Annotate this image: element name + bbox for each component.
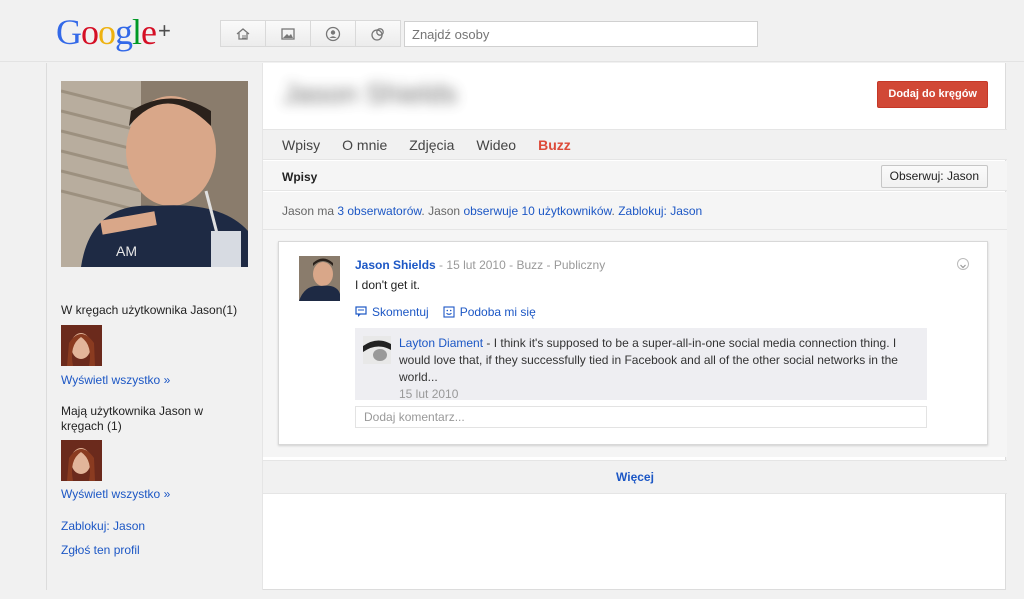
follow-button[interactable]: Obserwuj: Jason <box>880 165 988 188</box>
stats-block-link[interactable]: Zablokuj: Jason <box>618 204 702 218</box>
smiley-icon <box>443 306 455 318</box>
search-people-input[interactable] <box>404 21 758 47</box>
post-author-name[interactable]: Jason Shields <box>355 258 436 272</box>
comment-author-name[interactable]: Layton Diament <box>399 336 483 350</box>
like-action[interactable]: Podoba mi się <box>443 305 536 319</box>
sidebar-block-link[interactable]: Zablokuj: Jason <box>61 519 145 533</box>
stats-bar: Jason ma 3 obserwatorów. Jason obserwuje… <box>263 192 1007 230</box>
comment-action[interactable]: Skomentuj <box>355 305 429 319</box>
svg-text:AM: AM <box>116 243 137 259</box>
followers-link[interactable]: 3 obserwatorów <box>337 204 421 218</box>
post-visibility[interactable]: Publiczny <box>554 258 605 272</box>
stats-text-1: Jason ma <box>282 204 338 218</box>
follower-avatar[interactable] <box>61 440 102 481</box>
circles-button[interactable] <box>355 20 401 47</box>
section-header: Wpisy Obserwuj: Jason <box>263 161 1007 191</box>
chevron-down-icon <box>960 264 966 269</box>
meta-separator: - <box>439 258 444 272</box>
logo-plus: + <box>158 18 171 43</box>
profile-icon <box>325 26 341 41</box>
post-card: Jason Shields - 15 lut 2010 - Buzz - Pub… <box>278 241 988 445</box>
like-action-label: Podoba mi się <box>459 305 536 319</box>
post-menu-icon[interactable] <box>957 258 969 270</box>
circle-member-avatar[interactable] <box>61 325 102 366</box>
tab-posts[interactable]: Wpisy <box>282 130 320 159</box>
main-column: Jason Shields Dodaj do kręgów Wpisy O mn… <box>263 63 1007 590</box>
show-all-in-circles-link[interactable]: Wyświetl wszystko » <box>61 373 170 387</box>
profile-tabs: Wpisy O mnie Zdjęcia Wideo Buzz <box>263 129 1007 160</box>
meta-separator: - <box>509 258 514 272</box>
section-title: Wpisy <box>282 170 318 184</box>
profile-name-blurred: Jason Shields <box>283 78 457 109</box>
meta-separator: - <box>546 258 551 272</box>
have-in-circles-label: Mają użytkownika Jason w kręgach (1) <box>61 404 204 433</box>
post-body: I don't get it. <box>355 278 420 292</box>
comment-icon <box>355 306 367 317</box>
home-button[interactable] <box>220 20 266 47</box>
home-icon <box>236 27 250 40</box>
circles-icon <box>371 27 384 41</box>
google-plus-logo[interactable]: Google+ <box>56 12 171 55</box>
post-author-avatar[interactable] <box>299 256 340 301</box>
profile-photo-image: AM <box>61 81 248 267</box>
left-sidebar: AM W kręgach użytkownika Jason(1) Wyświe… <box>47 63 263 590</box>
follow-stats: Jason ma 3 obserwatorów. Jason obserwuje… <box>282 204 702 218</box>
profile-button[interactable] <box>310 20 356 47</box>
comment-content: Layton Diament - I think it's supposed t… <box>399 335 919 403</box>
comment-date: 15 lut 2010 <box>399 387 459 401</box>
photos-button[interactable] <box>265 20 311 47</box>
logo-letter: G <box>56 12 82 52</box>
logo-letter: l <box>132 12 142 52</box>
comment-author-avatar[interactable] <box>363 336 391 364</box>
follower-photo <box>61 440 102 481</box>
tab-about[interactable]: O mnie <box>342 130 387 159</box>
in-circles-label: W kręgach użytkownika Jason(1) <box>61 303 238 317</box>
svg-text:Jason Shields: Jason Shields <box>283 78 457 109</box>
profile-photo[interactable]: AM <box>61 81 248 267</box>
following-link[interactable]: obserwuje 10 użytkowników <box>463 204 611 218</box>
post-author-photo <box>299 256 340 301</box>
stats-text-2: . Jason <box>421 204 464 218</box>
profile-page: AM W kręgach użytkownika Jason(1) Wyświe… <box>46 63 1007 590</box>
report-profile-link[interactable]: Zgłoś ten profil <box>61 543 140 557</box>
logo-text: Google <box>56 12 157 52</box>
comment-item: Layton Diament - I think it's supposed t… <box>355 328 927 403</box>
logo-letter: e <box>141 12 157 52</box>
more-button[interactable]: Więcej <box>263 460 1007 494</box>
top-bar: Google+ <box>0 0 1024 62</box>
tab-videos[interactable]: Wideo <box>476 130 516 159</box>
circle-member-photo <box>61 325 102 366</box>
logo-letter: o <box>98 12 116 52</box>
post-date[interactable]: 15 lut 2010 <box>446 258 505 272</box>
add-to-circles-button[interactable]: Dodaj do kręgów <box>877 81 988 108</box>
post-actions: Skomentuj Podoba mi się <box>355 305 550 319</box>
show-all-have-in-circles-link[interactable]: Wyświetl wszystko » <box>61 487 170 501</box>
nav-buttons <box>220 20 401 47</box>
tab-buzz[interactable]: Buzz <box>538 130 571 159</box>
photos-icon <box>281 27 295 40</box>
add-comment-input[interactable]: Dodaj komentarz... <box>355 406 927 428</box>
post-source: Buzz <box>516 258 544 272</box>
logo-letter: o <box>81 12 99 52</box>
comment-author-photo <box>363 336 391 364</box>
logo-letter: g <box>115 12 133 52</box>
post-meta: Jason Shields - 15 lut 2010 - Buzz - Pub… <box>355 258 605 272</box>
tab-photos[interactable]: Zdjęcia <box>409 130 454 159</box>
comment-action-label: Skomentuj <box>372 305 429 319</box>
